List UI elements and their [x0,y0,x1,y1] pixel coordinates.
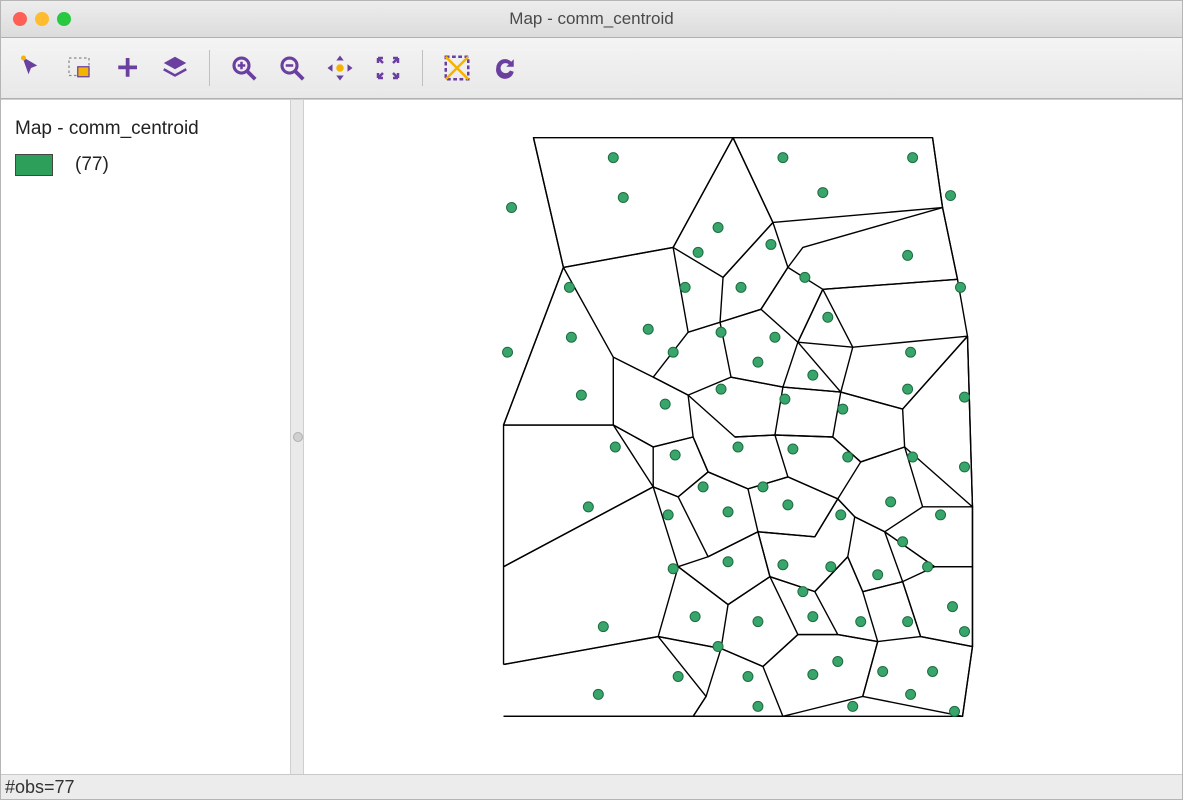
legend-count: (77) [75,154,109,176]
splitter-handle[interactable] [291,100,304,774]
legend-title: Map - comm_centroid [15,118,276,140]
window-title: Map - comm_centroid [1,9,1182,29]
zoom-out-button[interactable] [270,46,314,90]
select-button[interactable] [9,46,53,90]
zoom-in-button[interactable] [222,46,266,90]
layers-icon [160,53,190,83]
map-canvas[interactable] [304,100,1182,774]
close-icon[interactable] [13,12,27,26]
legend-panel: Map - comm_centroid (77) [1,100,291,774]
basemap-icon [442,53,472,83]
rect-select-button[interactable] [57,46,101,90]
minimize-icon[interactable] [35,12,49,26]
toolbar-separator [422,50,423,86]
legend-item[interactable]: (77) [15,154,276,176]
refresh-icon [490,53,520,83]
refresh-button[interactable] [483,46,527,90]
titlebar[interactable]: Map - comm_centroid [1,1,1182,38]
basemap-button[interactable] [435,46,479,90]
add-button[interactable] [105,46,149,90]
grip-icon [293,432,303,442]
app-window: Map - comm_centroid [0,0,1183,800]
full-extent-button[interactable] [366,46,410,90]
content-area: Map - comm_centroid (77) [1,99,1182,774]
pan-icon [325,53,355,83]
legend-swatch [15,154,53,176]
traffic-lights [13,12,71,26]
toolbar-separator [209,50,210,86]
zoom-out-icon [277,53,307,83]
toolbar [1,38,1182,99]
obs-count: #obs=77 [5,777,75,798]
zoom-in-icon [229,53,259,83]
status-bar: #obs=77 [1,774,1182,799]
map-svg [304,100,1182,774]
plus-icon [112,53,142,83]
pan-button[interactable] [318,46,362,90]
rect-select-icon [64,53,94,83]
maximize-icon[interactable] [57,12,71,26]
layers-button[interactable] [153,46,197,90]
cursor-icon [16,53,46,83]
full-extent-icon [373,53,403,83]
